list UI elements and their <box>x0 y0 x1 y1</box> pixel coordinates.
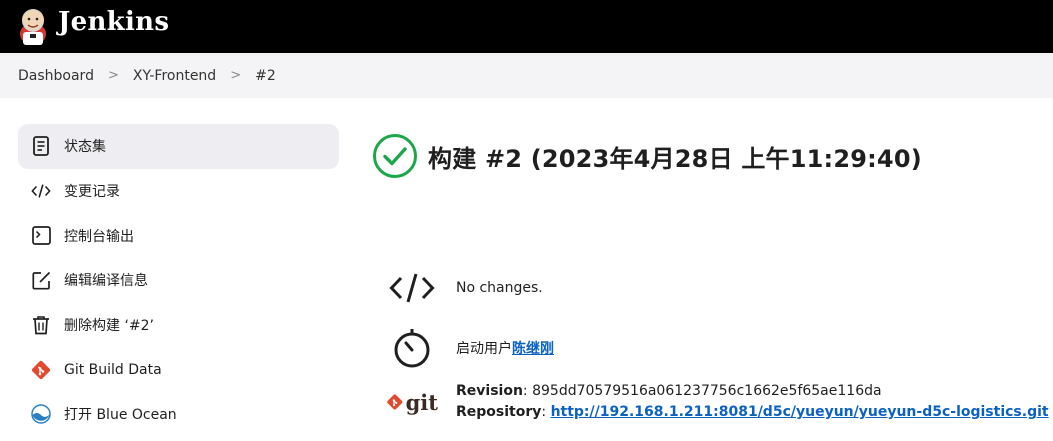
started-by-text: 启动用户陈继刚 <box>456 338 554 358</box>
success-check-icon <box>373 134 417 178</box>
repository-link[interactable]: http://192.168.1.211:8081/d5c/yueyun/yue… <box>551 404 1049 420</box>
git-icon <box>387 394 403 410</box>
sidebar-item-label: 编辑编译信息 <box>64 273 148 290</box>
git-logo-text: git <box>405 389 438 415</box>
jenkins-logo-icon[interactable] <box>17 4 49 46</box>
sidebar-item-edit[interactable]: 编辑编译信息 <box>18 258 339 303</box>
changes-text: No changes. <box>456 280 543 296</box>
git-row: git Revision: 895dd70579516a061237756c16… <box>386 381 1049 423</box>
trash-icon <box>31 315 51 335</box>
git-icon <box>31 360 51 380</box>
started-by-row: 启动用户陈继刚 <box>386 326 554 370</box>
top-header: Jenkins <box>0 0 1053 53</box>
sidebar-item-label: 变更记录 <box>64 184 120 201</box>
edit-icon <box>31 270 51 290</box>
sidebar-item-label: 控制台输出 <box>64 228 134 245</box>
breadcrumb: Dashboard > XY-Frontend > #2 <box>0 53 1053 98</box>
breadcrumb-dashboard[interactable]: Dashboard <box>18 68 94 84</box>
blue-ocean-icon <box>31 404 51 425</box>
sidebar-item-blue-ocean[interactable]: 打开 Blue Ocean <box>18 392 339 437</box>
sidebar-item-git-build-data[interactable]: Git Build Data <box>18 347 339 392</box>
sidebar-item-console[interactable]: 控制台输出 <box>18 213 339 258</box>
changes-row: No changes. <box>386 270 543 306</box>
revision-value: 895dd70579516a061237756c1662e5f65ae116da <box>532 383 882 399</box>
timer-icon <box>386 326 438 370</box>
document-icon <box>31 136 51 157</box>
started-by-prefix: 启动用户 <box>456 341 512 357</box>
sidebar-item-label: Git Build Data <box>64 361 162 378</box>
breadcrumb-separator: > <box>107 68 119 83</box>
breadcrumb-build[interactable]: #2 <box>255 68 276 84</box>
app-title[interactable]: Jenkins <box>58 7 169 37</box>
repository-label: Repository <box>456 404 542 420</box>
sidebar: 状态集 变更记录 控制台输出 编辑编译信息 删除构建 ‘#2’ Git Buil… <box>18 124 339 437</box>
page-title: 构建 #2 (2023年4月28日 上午11:29:40) <box>428 144 922 173</box>
started-by-user-link[interactable]: 陈继刚 <box>512 341 554 357</box>
code-icon <box>31 181 51 201</box>
breadcrumb-separator: > <box>230 68 242 83</box>
sidebar-item-status[interactable]: 状态集 <box>18 124 339 169</box>
revision-label: Revision <box>456 383 523 399</box>
build-header: 构建 #2 (2023年4月28日 上午11:29:40) <box>372 133 922 179</box>
sidebar-item-label: 删除构建 ‘#2’ <box>64 318 154 335</box>
terminal-icon <box>31 226 51 246</box>
git-logo: git <box>386 390 438 415</box>
sidebar-item-delete[interactable]: 删除构建 ‘#2’ <box>18 303 339 348</box>
sidebar-item-label: 打开 Blue Ocean <box>64 407 177 424</box>
sidebar-item-label: 状态集 <box>64 139 106 156</box>
breadcrumb-project[interactable]: XY-Frontend <box>133 68 216 84</box>
sidebar-item-changes[interactable]: 变更记录 <box>18 169 339 214</box>
code-icon <box>386 270 438 306</box>
git-info: Revision: 895dd70579516a061237756c1662e5… <box>456 383 1049 420</box>
